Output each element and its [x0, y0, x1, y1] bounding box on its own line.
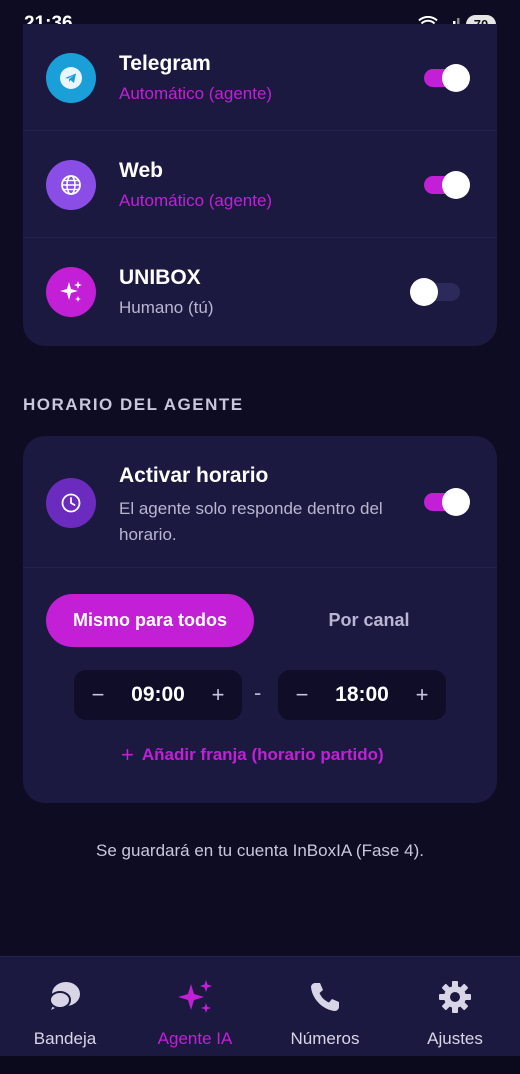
- start-time-value: 09:00: [131, 683, 185, 706]
- schedule-card: Activar horario El agente solo responde …: [23, 436, 497, 803]
- telegram-icon: [46, 53, 96, 103]
- toggle-telegram[interactable]: [422, 64, 470, 92]
- decrement-end-button[interactable]: −: [292, 682, 312, 708]
- channel-row-unibox: UNIBOX Humano (tú): [23, 238, 497, 345]
- nav-item-ajustes[interactable]: Ajustes: [390, 957, 520, 1057]
- channel-text: Telegram Automático (agente): [119, 52, 272, 104]
- schedule-toggle-description: El agente solo responde dentro del horar…: [119, 499, 383, 544]
- channel-mode: Humano (tú): [119, 298, 214, 317]
- channel-name: UNIBOX: [119, 266, 201, 289]
- end-time-stepper: − 18:00 +: [278, 670, 446, 720]
- plus-icon: +: [121, 742, 134, 767]
- channel-text: UNIBOX Humano (tú): [119, 266, 213, 318]
- nav-item-numeros[interactable]: Números: [260, 957, 390, 1057]
- nav-label: Bandeja: [33, 1029, 97, 1048]
- tab-per-channel[interactable]: Por canal: [268, 594, 470, 647]
- section-title-schedule: HORARIO DEL AGENTE: [23, 395, 244, 414]
- nav-label: Números: [290, 1029, 360, 1048]
- channel-mode: Automático (agente): [119, 191, 273, 210]
- increment-end-button[interactable]: +: [412, 682, 432, 708]
- increment-start-button[interactable]: +: [208, 682, 228, 708]
- toggle-knob: [442, 171, 470, 199]
- gear-icon: [437, 977, 473, 1017]
- nav-item-bandeja[interactable]: Bandeja: [0, 957, 130, 1057]
- schedule-toggle-row: Activar horario El agente solo responde …: [23, 436, 497, 568]
- toggle-unibox[interactable]: [410, 278, 460, 306]
- bottom-nav: Bandeja Agente IA Números Ajustes: [0, 956, 520, 1056]
- nav-item-agente-ia[interactable]: Agente IA: [130, 957, 260, 1057]
- nav-label: Ajustes: [427, 1029, 483, 1048]
- add-slot-label: Añadir franja (horario partido): [141, 745, 384, 764]
- add-slot-button[interactable]: + Añadir franja (horario partido): [121, 742, 384, 768]
- channel-name: Telegram: [119, 52, 211, 75]
- chat-bubbles-icon: [47, 977, 83, 1017]
- toggle-knob: [442, 64, 470, 92]
- toggle-web[interactable]: [422, 171, 470, 199]
- tab-same-for-all[interactable]: Mismo para todos: [46, 594, 254, 647]
- toggle-knob: [410, 278, 438, 306]
- system-navigation-bar: [0, 1056, 520, 1074]
- start-time-stepper: − 09:00 +: [74, 670, 242, 720]
- channel-name: Web: [119, 159, 163, 182]
- clock-icon: [46, 478, 96, 528]
- footnote: Se guardará en tu cuenta InBoxIA (Fase 4…: [96, 841, 424, 860]
- toggle-knob: [442, 488, 470, 516]
- phone-icon: [308, 977, 342, 1017]
- channel-row-web: Web Automático (agente): [23, 131, 497, 238]
- channel-row-telegram: Telegram Automático (agente): [23, 24, 497, 131]
- end-time-value: 18:00: [335, 683, 389, 706]
- channels-card: Telegram Automático (agente) Web Automát…: [23, 24, 497, 346]
- channel-mode: Automático (agente): [119, 84, 273, 103]
- decrement-start-button[interactable]: −: [88, 682, 108, 708]
- sparkles-icon: [46, 267, 96, 317]
- sparkles-icon: [175, 977, 215, 1017]
- nav-label: Agente IA: [157, 1029, 233, 1048]
- schedule-toggle-title: Activar horario: [119, 464, 269, 487]
- toggle-schedule[interactable]: [422, 488, 470, 516]
- time-range-separator: -: [254, 680, 262, 705]
- globe-icon: [46, 160, 96, 210]
- channel-text: Web Automático (agente): [119, 159, 272, 211]
